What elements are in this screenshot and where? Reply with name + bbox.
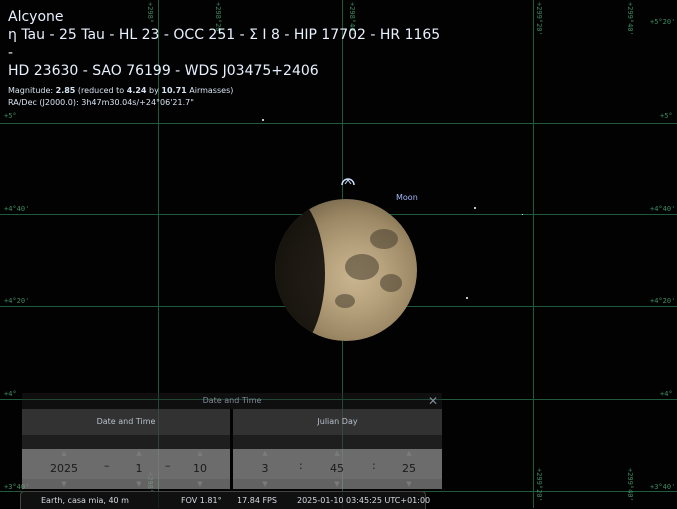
hour-spinbox[interactable]: ▲ 3 ▼ xyxy=(247,449,283,489)
julian-day-panel: Julian Day ▲ 3 ▼ : ▲ 45 ▼ : ▲ 25 ▼ xyxy=(233,409,442,489)
spin-up-icon: ▲ xyxy=(136,449,142,457)
close-icon[interactable]: ✕ xyxy=(428,394,438,408)
ra-label: +299°20' xyxy=(535,468,543,502)
dec-label: +3°40' xyxy=(650,483,676,491)
year-spinbox[interactable]: ▲ 2025 ▼ xyxy=(46,449,82,489)
date-separator: – xyxy=(165,459,171,472)
dialog-title[interactable]: Date and Time xyxy=(22,393,442,409)
month-spinbox[interactable]: ▲ 1 ▼ xyxy=(121,449,157,489)
spin-down-icon: ▼ xyxy=(61,480,67,488)
grid-line xyxy=(0,123,677,124)
grid-line xyxy=(533,0,534,508)
star[interactable] xyxy=(522,214,523,215)
dec-label: +4°40' xyxy=(4,205,30,213)
day-spinbox[interactable]: ▲ 10 ▼ xyxy=(182,449,218,489)
date-time-dialog: Date and Time ✕ Date and Time ▲ 2025 ▼ – ▲… xyxy=(22,393,442,489)
time-separator: : xyxy=(372,459,376,472)
ra-label: +299°20' xyxy=(535,2,543,36)
date-time-panel: Date and Time ▲ 2025 ▼ – ▲ 1 ▼ – ▲ 10 ▼ xyxy=(22,409,230,489)
dec-label: +5° xyxy=(4,112,17,120)
dec-label: +4°20' xyxy=(650,297,676,305)
spin-up-icon: ▲ xyxy=(262,449,268,457)
spin-up-icon: ▲ xyxy=(406,449,412,457)
location-text[interactable]: Earth, casa mia, 40 m xyxy=(41,496,129,505)
spin-up-icon: ▲ xyxy=(197,449,203,457)
spin-up-icon: ▲ xyxy=(61,449,67,457)
object-designations: HD 23630 - SAO 76199 - WDS J03475+2406 xyxy=(8,63,319,79)
date-separator: – xyxy=(104,459,110,472)
spin-down-icon: ▼ xyxy=(262,480,268,488)
date-time-header: Date and Time xyxy=(22,409,230,435)
star[interactable] xyxy=(466,297,468,299)
status-bar: Earth, casa mia, 40 m FOV 1.81° 17.84 FP… xyxy=(20,491,430,509)
radec-line: RA/Dec (J2000.0): 3h47m30.04s/+24°06'21.… xyxy=(8,98,194,107)
spin-up-icon: ▲ xyxy=(334,449,340,457)
moon[interactable] xyxy=(275,199,417,341)
star[interactable] xyxy=(474,207,476,209)
time-separator: : xyxy=(299,459,303,472)
dec-label: +4° xyxy=(660,390,673,398)
ra-label: +299°40' xyxy=(626,2,634,36)
dec-label: +4°40' xyxy=(650,205,676,213)
julian-day-header: Julian Day xyxy=(233,409,442,435)
time-fields: ▲ 3 ▼ : ▲ 45 ▼ : ▲ 25 ▼ xyxy=(233,449,442,489)
moon-label: Moon xyxy=(396,193,418,202)
ra-label: +299°40' xyxy=(626,468,634,502)
spin-down-icon: ▼ xyxy=(334,480,340,488)
object-name: Alcyone xyxy=(8,9,64,25)
star[interactable] xyxy=(262,119,264,121)
fps-text: 17.84 FPS xyxy=(237,496,277,505)
datetime-text[interactable]: 2025-01-10 03:45:25 UTC+01:00 xyxy=(297,496,430,505)
dec-label: +5° xyxy=(660,112,673,120)
spin-down-icon: ▼ xyxy=(197,480,203,488)
spin-down-icon: ▼ xyxy=(406,480,412,488)
dec-label: +5°20' xyxy=(650,18,676,26)
date-fields: ▲ 2025 ▼ – ▲ 1 ▼ – ▲ 10 ▼ xyxy=(22,449,230,489)
second-spinbox[interactable]: ▲ 25 ▼ xyxy=(391,449,427,489)
object-designations: η Tau - 25 Tau - HL 23 - OCC 251 - Σ I 8… xyxy=(8,27,441,61)
spin-down-icon: ▼ xyxy=(136,480,142,488)
object-info-panel: Alcyone η Tau - 25 Tau - HL 23 - OCC 251… xyxy=(8,8,448,109)
dec-label: +4°20' xyxy=(4,297,30,305)
selection-marker-icon xyxy=(341,178,355,186)
fov-text: FOV 1.81° xyxy=(181,496,222,505)
dec-label: +4° xyxy=(4,390,17,398)
magnitude-line: Magnitude: 2.85 (reduced to 4.24 by 10.7… xyxy=(8,86,234,95)
minute-spinbox[interactable]: ▲ 45 ▼ xyxy=(319,449,355,489)
